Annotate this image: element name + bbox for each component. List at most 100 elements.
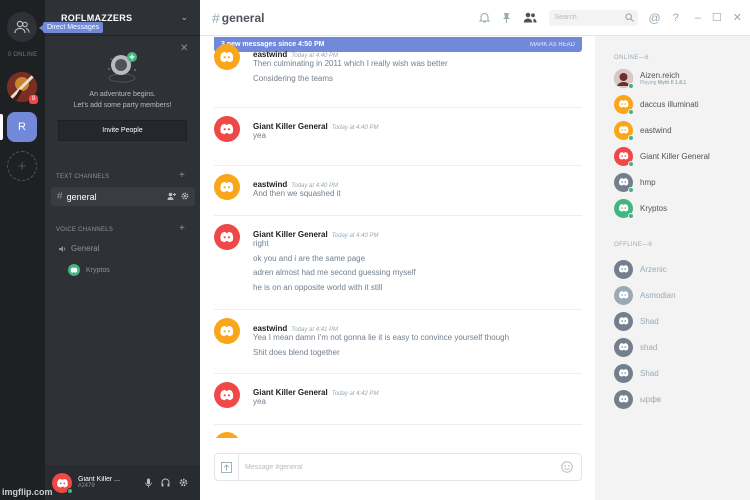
channel-item-general[interactable]: # general <box>51 187 195 206</box>
voice-user-kryptos[interactable]: Kryptos <box>68 264 110 276</box>
message-timestamp: Today at 4:40 PM <box>331 233 379 239</box>
bell-icon[interactable] <box>479 12 491 23</box>
avatar[interactable] <box>214 224 240 250</box>
help-icon[interactable]: ? <box>673 12 679 24</box>
direct-messages-button[interactable] <box>7 12 37 42</box>
avatar <box>614 94 634 115</box>
avatar[interactable] <box>214 318 240 344</box>
upload-button[interactable] <box>215 454 239 480</box>
message-divider <box>214 309 582 310</box>
member-name: eastwind <box>640 125 672 135</box>
member-info: Shad <box>640 317 659 326</box>
upload-icon <box>221 461 232 473</box>
member-info: Aizen.reich Playing Myth II 1.8.1 <box>640 71 686 86</box>
avatar <box>614 68 634 89</box>
close-icon[interactable]: ✕ <box>180 43 188 54</box>
message-timestamp: Today at 4:40 PM <box>331 125 379 131</box>
avatar <box>614 259 633 279</box>
member-item[interactable]: Shad <box>614 311 744 331</box>
member-info: Giant Killer General <box>640 152 710 161</box>
member-item[interactable]: daccus illuminati <box>614 94 744 115</box>
avatar <box>614 172 634 193</box>
text-channels-category[interactable]: TEXT CHANNELS <box>56 174 109 180</box>
emoji-icon[interactable] <box>561 461 573 473</box>
member-item[interactable]: ырфв <box>614 389 744 409</box>
message-author[interactable]: Giant Killer General <box>253 230 328 239</box>
message-text: yea <box>253 131 266 140</box>
member-item[interactable]: Shad <box>614 363 744 383</box>
discord-logo-icon <box>618 291 629 299</box>
server-icon-r[interactable]: R <box>7 112 37 142</box>
avatar <box>614 146 634 167</box>
member-item[interactable]: Aizen.reich Playing Myth II 1.8.1 <box>614 68 744 89</box>
microphone-icon[interactable] <box>145 478 152 488</box>
message-input[interactable] <box>245 460 545 474</box>
member-item[interactable]: Asmodian <box>614 285 744 305</box>
message-text: Shit does blend together <box>253 347 340 357</box>
member-item[interactable]: shad <box>614 337 744 357</box>
avatar[interactable] <box>52 472 73 494</box>
message-composer[interactable] <box>214 453 582 481</box>
add-text-channel-icon[interactable]: + <box>179 170 185 181</box>
member-name: Arzenic <box>640 264 667 274</box>
message-area: 3 new messages since 4:50 PM MARK AS REA… <box>200 36 595 500</box>
message-author[interactable]: Giant Killer General <box>253 122 328 131</box>
server-rail: Direct Messages 0 ONLINE 8 R + <box>0 0 104 500</box>
discord-logo-icon <box>618 126 629 134</box>
message-divider <box>214 165 582 166</box>
message-text: Yea I mean damn I'm not gonna lie it is … <box>253 333 510 342</box>
avatar[interactable] <box>214 382 240 408</box>
mention-icon[interactable]: @ <box>648 11 660 25</box>
avatar[interactable] <box>214 432 240 438</box>
member-item[interactable]: hmp <box>614 172 744 193</box>
avatar[interactable] <box>214 116 240 142</box>
discord-logo-icon <box>618 152 629 160</box>
member-info: Asmodian <box>640 291 676 300</box>
avatar[interactable] <box>214 44 240 70</box>
close-window-icon[interactable]: ✕ <box>733 11 742 24</box>
mark-as-read-button[interactable]: MARK AS READ <box>530 42 575 48</box>
member-item[interactable]: eastwind <box>614 120 744 141</box>
message-text: And then we squashed it <box>253 189 341 198</box>
member-info: hmp <box>640 178 656 187</box>
message-author[interactable]: eastwind <box>253 324 287 333</box>
add-voice-channel-icon[interactable]: + <box>179 223 185 234</box>
message-header: Giant Killer General Today at 4:40 PM <box>253 224 379 242</box>
member-name: hmp <box>640 177 656 187</box>
search-box[interactable] <box>549 9 639 26</box>
online-status-dot <box>628 108 634 115</box>
voice-channels-category[interactable]: VOICE CHANNELS <box>56 227 113 233</box>
discord-logo-icon <box>220 390 234 401</box>
maximize-icon[interactable]: ☐ <box>712 11 722 24</box>
member-name: Asmodian <box>640 290 676 300</box>
headphones-icon[interactable] <box>161 478 170 487</box>
message-author[interactable]: eastwind <box>253 180 287 189</box>
avatar[interactable] <box>214 174 240 200</box>
channel-sidebar: ROFLMAZZERS ⌄ ✕ An adventure begins. Let… <box>45 0 200 500</box>
member-info: shad <box>640 343 657 352</box>
add-server-button[interactable]: + <box>7 151 37 181</box>
message-author[interactable]: Giant Killer General <box>253 388 328 397</box>
channel-settings-icons[interactable] <box>167 192 189 202</box>
gear-icon[interactable] <box>179 478 188 487</box>
discord-logo-icon <box>618 317 629 325</box>
voice-channel-general[interactable]: General <box>58 244 99 253</box>
invite-heading: An adventure begins. <box>89 91 156 98</box>
friends-icon <box>14 20 30 34</box>
avatar <box>614 363 633 383</box>
online-status-dot <box>628 82 634 89</box>
online-status-dot <box>628 212 634 219</box>
member-list-icon[interactable] <box>523 12 537 23</box>
member-item[interactable]: Arzenic <box>614 259 744 279</box>
online-members-header: ONLINE—6 <box>614 55 649 61</box>
discord-logo-icon <box>618 178 629 186</box>
message-divider <box>214 424 582 425</box>
pin-icon[interactable] <box>502 12 511 23</box>
member-item[interactable]: Giant Killer General <box>614 146 744 167</box>
message-text: adren almost had me second guessing myse… <box>253 268 416 277</box>
member-item[interactable]: Kryptos <box>614 198 744 219</box>
message-author[interactable]: eastwind <box>253 50 287 59</box>
invite-subtext: Let's add some party members! <box>73 102 172 109</box>
invite-people-button[interactable]: Invite People <box>58 120 187 141</box>
minimize-icon[interactable]: – <box>695 12 701 24</box>
